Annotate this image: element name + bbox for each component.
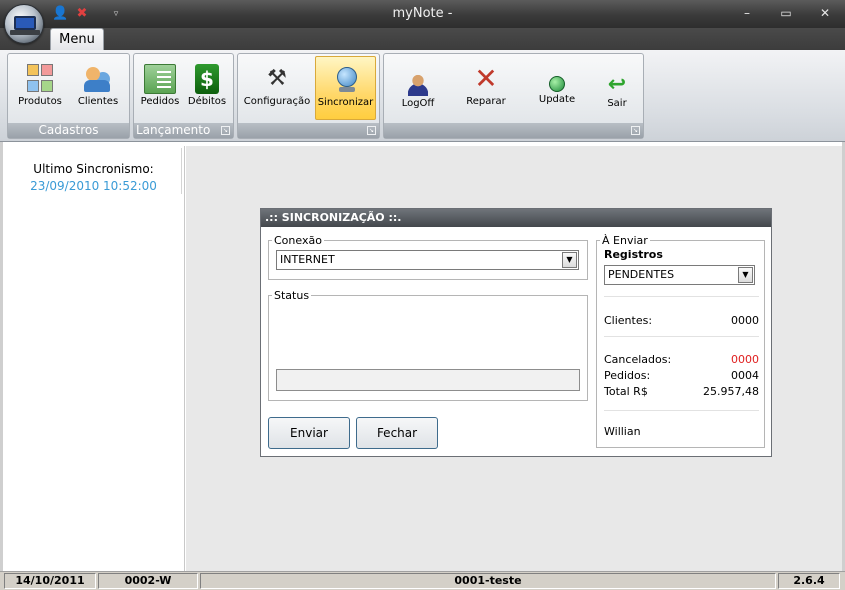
sincronizar-button[interactable]: Sincronizar [315, 56, 376, 120]
ribbon-group-lancamento: Pedidos $ Débitos Lançamento ↘ [133, 53, 234, 139]
cancelados-value: 0000 [731, 353, 759, 366]
sync-icon [330, 65, 362, 95]
tab-menu[interactable]: Menu [50, 28, 104, 50]
last-sync-label: Ultimo Sincronismo: [33, 162, 154, 176]
clientes-button[interactable]: Clientes [72, 60, 124, 120]
produtos-button[interactable]: Produtos [12, 60, 68, 120]
status-version: 2.6.4 [778, 573, 840, 589]
minimize-button[interactable]: – [735, 4, 759, 22]
reparar-label: Reparar [466, 96, 506, 107]
ribbon-tab-row: Menu [0, 28, 845, 50]
status-company: 0001-teste [200, 573, 776, 589]
system-launcher-icon[interactable]: ↘ [631, 126, 640, 135]
clientes-row: Clientes: 0000 [604, 314, 759, 327]
status-legend: Status [274, 289, 310, 302]
laptop-icon [10, 16, 40, 35]
status-code: 0002-W [98, 573, 198, 589]
group-label-lancamento: Lançamento [134, 123, 233, 138]
maximize-button[interactable]: ▭ [774, 4, 798, 22]
pedidos-row: Pedidos: 0004 [604, 369, 759, 382]
window-title: myNote - [392, 6, 453, 21]
conexao-selected-value: INTERNET [280, 253, 335, 266]
left-panel: Ultimo Sincronismo: 23/09/2010 10:52:00 [3, 146, 185, 571]
orders-icon [144, 64, 176, 94]
status-bar: 14/10/2011 0002-W 0001-teste 2.6.4 [0, 571, 845, 590]
logoff-label: LogOff [401, 98, 435, 109]
sync-dialog: .:: SINCRONIZAÇÃO ::. Conexão INTERNET ▼… [260, 208, 772, 457]
fechar-button[interactable]: Fechar [356, 417, 438, 449]
total-value: 25.957,48 [703, 385, 759, 398]
sync-launcher-icon[interactable]: ↘ [367, 126, 376, 135]
title-bar: 👤 ✖ ▿ myNote - – ▭ ✕ [0, 0, 845, 28]
reparar-button[interactable]: ✕ Reparar [460, 60, 512, 120]
logoff-icon [408, 74, 428, 96]
ribbon: Produtos Clientes Cadastros Pedidos $ Dé… [0, 50, 845, 142]
debits-icon: $ [195, 64, 219, 94]
clientes-count-value: 0000 [731, 314, 759, 327]
logoff-button[interactable]: LogOff [394, 60, 442, 120]
divider [604, 410, 759, 411]
enviar-button[interactable]: Enviar [268, 417, 350, 449]
conexao-dropdown-icon[interactable]: ▼ [562, 252, 577, 268]
last-sync-value: 23/09/2010 10:52:00 [30, 179, 157, 193]
update-label: Update [538, 94, 576, 105]
debitos-label: Débitos [187, 96, 227, 107]
registros-label: Registros [604, 248, 663, 261]
total-label: Total R$ [604, 385, 648, 398]
group-label-cadastros: Cadastros [8, 123, 129, 138]
sair-button[interactable]: ↩ Sair [594, 60, 640, 120]
pedidos-count-label: Pedidos: [604, 369, 651, 382]
exit-icon: ↩ [607, 72, 627, 97]
ribbon-group-sync: ⚒ Configuração Sincronizar ↘ [237, 53, 380, 139]
registros-dropdown-icon[interactable]: ▼ [738, 267, 753, 283]
repair-icon: ✕ [474, 62, 498, 95]
conexao-legend: Conexão [274, 234, 322, 247]
lancamento-launcher-icon[interactable]: ↘ [221, 126, 230, 135]
close-button[interactable]: ✕ [813, 4, 837, 22]
application-orb-button[interactable] [4, 4, 44, 44]
ribbon-group-system: LogOff ✕ Reparar Update ↩ Sair ↘ [383, 53, 644, 139]
update-icon [549, 76, 565, 92]
produtos-label: Produtos [18, 96, 62, 107]
total-row: Total R$ 25.957,48 [604, 385, 759, 398]
sair-label: Sair [607, 98, 627, 109]
dialog-title: .:: SINCRONIZAÇÃO ::. [261, 209, 771, 227]
divider [604, 296, 759, 297]
update-button[interactable]: Update [532, 60, 582, 120]
cancelados-label: Cancelados: [604, 353, 672, 366]
status-date: 14/10/2011 [4, 573, 96, 589]
debitos-button[interactable]: $ Débitos [184, 60, 230, 120]
status-progress-bar [276, 369, 580, 391]
last-sync-box: Ultimo Sincronismo: 23/09/2010 10:52:00 [6, 148, 182, 194]
registros-select[interactable]: PENDENTES ▼ [604, 265, 755, 285]
sincronizar-label: Sincronizar [317, 97, 374, 108]
group-label-sync [238, 123, 379, 138]
ribbon-group-cadastros: Produtos Clientes Cadastros [7, 53, 130, 139]
configuracao-button[interactable]: ⚒ Configuração [241, 60, 313, 120]
user-name: Willian [604, 425, 641, 438]
clients-icon [82, 64, 114, 94]
products-icon [27, 64, 53, 94]
conexao-select[interactable]: INTERNET ▼ [276, 250, 579, 270]
cancelados-row: Cancelados: 0000 [604, 353, 759, 366]
configuracao-label: Configuração [243, 96, 311, 107]
pedidos-count-value: 0004 [731, 369, 759, 382]
clientes-count-label: Clientes: [604, 314, 653, 327]
configuration-icon: ⚒ [267, 66, 287, 91]
group-label-system [384, 123, 643, 138]
divider [604, 336, 759, 337]
a-enviar-content: Registros PENDENTES ▼ Clientes: 0000 Can… [596, 234, 765, 448]
pedidos-button[interactable]: Pedidos [137, 60, 183, 120]
clientes-label: Clientes [77, 96, 119, 107]
pedidos-label: Pedidos [140, 96, 180, 107]
registros-selected-value: PENDENTES [608, 268, 675, 281]
